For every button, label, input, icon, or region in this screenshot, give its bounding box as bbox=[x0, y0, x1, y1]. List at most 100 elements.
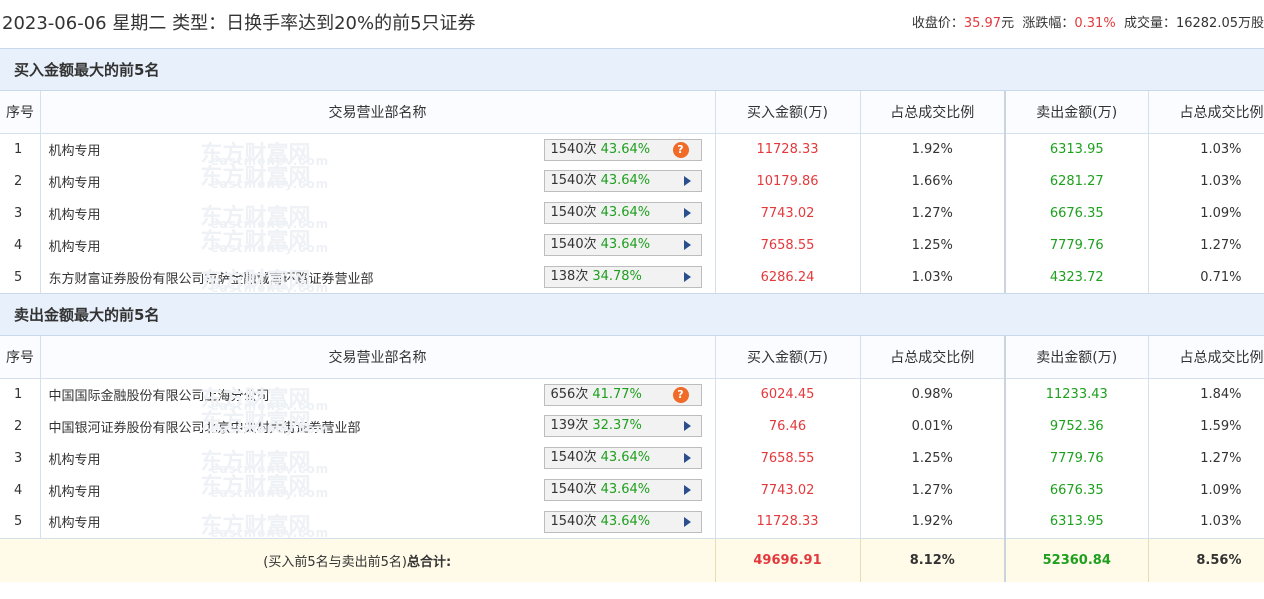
broker-name-link[interactable]: 机构专用 bbox=[49, 208, 101, 223]
appearance-count: 1540次 bbox=[550, 237, 597, 252]
close-label: 收盘价： bbox=[911, 16, 964, 31]
arrow-right-icon[interactable] bbox=[683, 208, 691, 218]
table-header-row: 序号 交易营业部名称 买入金额(万) 占总成交比例 卖出金额(万) 占总成交比例 bbox=[0, 91, 1264, 134]
type-value: 日换手率达到20%的前5只证券 bbox=[226, 13, 476, 34]
arrow-right-icon[interactable] bbox=[683, 453, 691, 463]
buy-amount: 6286.24 bbox=[715, 261, 861, 293]
type-label: 类型： bbox=[172, 13, 227, 34]
arrow-right-icon[interactable] bbox=[683, 240, 691, 250]
sell-ratio: 1.03% bbox=[1148, 506, 1264, 538]
success-rate: 41.77% bbox=[592, 386, 642, 402]
buy-amount: 11728.33 bbox=[715, 506, 861, 538]
appearance-count: 1540次 bbox=[550, 173, 597, 188]
success-rate: 43.64% bbox=[600, 205, 651, 220]
broker-stats-badge[interactable]: 1540次 43.64% bbox=[543, 479, 702, 501]
broker-name-link[interactable]: 机构专用 bbox=[49, 144, 101, 159]
row-index: 1 bbox=[0, 378, 41, 410]
column-header: 占总成交比例 bbox=[1148, 91, 1264, 134]
success-rate: 43.64% bbox=[600, 514, 651, 529]
total-label-bold: 总合计: bbox=[406, 554, 452, 570]
buy-amount: 7658.55 bbox=[715, 442, 861, 474]
volume-value: 16282.05万股 bbox=[1175, 16, 1264, 31]
broker-name-link[interactable]: 机构专用 bbox=[49, 516, 101, 531]
broker-stats-badge[interactable]: 138次 34.78% bbox=[543, 266, 702, 288]
broker-stats-badge[interactable]: 1540次 43.64% bbox=[543, 202, 702, 224]
broker-name-link[interactable]: 中国国际金融股份有限公司上海分公司 bbox=[49, 389, 270, 404]
column-header: 序号 bbox=[0, 91, 41, 134]
sell-amount: 11233.43 bbox=[1005, 378, 1149, 410]
broker-name-link[interactable]: 东方财富证券股份有限公司拉萨金融城南环路证券营业部 bbox=[49, 272, 374, 287]
column-header: 买入金额(万) bbox=[715, 91, 861, 134]
sell-section-title: 卖出金额最大的前5名 bbox=[0, 293, 1264, 336]
broker-stats-badge[interactable]: 1540次 43.64%? bbox=[543, 138, 702, 161]
watermark: 东方财富网 bbox=[200, 474, 311, 499]
arrow-right-icon[interactable] bbox=[683, 272, 691, 282]
buy-amount: 7743.02 bbox=[715, 474, 861, 506]
arrow-right-icon[interactable] bbox=[683, 421, 691, 431]
broker-stats-badge[interactable]: 1540次 43.64% bbox=[543, 511, 702, 533]
success-rate: 34.78% bbox=[592, 269, 642, 284]
broker-stats-badge[interactable]: 656次 41.77%? bbox=[543, 383, 702, 406]
warning-icon[interactable]: ? bbox=[672, 386, 689, 403]
sell-ratio: 1.09% bbox=[1148, 474, 1264, 506]
broker-name-link[interactable]: 中国银河证券股份有限公司北京中关村大街证券营业部 bbox=[49, 421, 361, 436]
row-index: 2 bbox=[0, 165, 41, 197]
watermark: 东方财富网 bbox=[200, 165, 311, 190]
broker-name-link[interactable]: 机构专用 bbox=[49, 240, 101, 255]
broker-stats-badge[interactable]: 1540次 43.64% bbox=[543, 234, 702, 256]
broker-name-link[interactable]: 机构专用 bbox=[49, 176, 101, 191]
close-value: 35.97 bbox=[963, 16, 1002, 31]
buy-ratio: 1.92% bbox=[860, 506, 1006, 538]
broker-name-link[interactable]: 机构专用 bbox=[49, 485, 101, 500]
column-header: 买入金额(万) bbox=[715, 336, 861, 379]
success-rate: 32.37% bbox=[592, 418, 642, 433]
appearance-count: 139次 bbox=[550, 418, 589, 433]
row-index: 4 bbox=[0, 474, 41, 506]
sell-ratio: 1.03% bbox=[1148, 165, 1264, 197]
broker-stats-badge[interactable]: 1540次 43.64% bbox=[543, 170, 702, 192]
table-row: 1 机构专用 东方财富网 eastmoney.com 1540次 43.64%? 11728… bbox=[0, 133, 1264, 165]
watermark-en: eastmoney.com bbox=[210, 526, 330, 538]
table-row: 3 机构专用 东方财富网 eastmoney.com 1540次 43.64% 7658.5… bbox=[0, 442, 1264, 474]
close-unit: 元 bbox=[1001, 16, 1015, 31]
sell-amount: 7779.76 bbox=[1005, 442, 1149, 474]
warning-icon[interactable]: ? bbox=[672, 141, 689, 158]
buy-section-title: 买入金额最大的前5名 bbox=[0, 49, 1264, 91]
broker-name-link[interactable]: 机构专用 bbox=[49, 453, 101, 468]
arrow-right-icon[interactable] bbox=[683, 485, 691, 495]
broker-name-cell: 机构专用 东方财富网 eastmoney.com 1540次 43.64% bbox=[40, 229, 716, 261]
sell-amount: 6676.35 bbox=[1005, 474, 1149, 506]
broker-name-cell: 机构专用 东方财富网 eastmoney.com 1540次 43.64% bbox=[40, 197, 716, 229]
buy-amount: 7743.02 bbox=[715, 197, 861, 229]
broker-name-cell: 机构专用 东方财富网 eastmoney.com 1540次 43.64% bbox=[40, 165, 716, 197]
watermark-en: eastmoney.com bbox=[210, 217, 330, 229]
buy-table: 序号 交易营业部名称 买入金额(万) 占总成交比例 卖出金额(万) 占总成交比例 1 机构专用… bbox=[0, 91, 1264, 293]
broker-name-cell: 东方财富证券股份有限公司拉萨金融城南环路证券营业部 东方财富网 eastmoney.… bbox=[40, 261, 716, 293]
watermark-en: eastmoney.com bbox=[210, 241, 330, 255]
column-header: 占总成交比例 bbox=[1148, 336, 1264, 379]
dragon-tiger-table: 买入金额最大的前5名 序号 交易营业部名称 买入金额(万) 占总成交比例 卖出金额(万)… bbox=[0, 48, 1264, 599]
change-label: 涨跌幅： bbox=[1022, 16, 1075, 31]
row-index: 1 bbox=[0, 133, 41, 165]
buy-amount: 7658.55 bbox=[715, 229, 861, 261]
buy-amount: 76.46 bbox=[715, 410, 861, 442]
broker-stats-badge[interactable]: 139次 32.37% bbox=[543, 415, 702, 437]
broker-stats-badge[interactable]: 1540次 43.64% bbox=[543, 447, 702, 469]
row-index: 3 bbox=[0, 197, 41, 229]
broker-name-cell: 中国国际金融股份有限公司上海分公司 东方财富网 eastmoney.com 656次 4… bbox=[40, 378, 716, 410]
total-label: (买入前5名与卖出前5名)总合计: bbox=[0, 537, 716, 582]
arrow-right-icon[interactable] bbox=[683, 176, 691, 186]
sell-ratio: 0.71% bbox=[1148, 261, 1264, 293]
price-stats: 收盘价：35.97元 涨跌幅：0.31% 成交量：16282.05万股 bbox=[912, 12, 1264, 31]
success-rate: 43.64% bbox=[600, 173, 651, 188]
watermark-en: eastmoney.com bbox=[210, 486, 330, 500]
row-index: 3 bbox=[0, 442, 41, 474]
broker-name-cell: 机构专用 东方财富网 eastmoney.com 1540次 43.64% bbox=[40, 474, 716, 506]
sell-ratio: 1.84% bbox=[1148, 378, 1264, 410]
table-row: 4 机构专用 东方财富网 eastmoney.com 1540次 43.64% 7658.5… bbox=[0, 229, 1264, 261]
watermark-en: eastmoney.com bbox=[210, 462, 330, 474]
trade-date: 2023-06-06 bbox=[2, 13, 107, 34]
watermark-en: eastmoney.com bbox=[210, 177, 330, 191]
arrow-right-icon[interactable] bbox=[683, 517, 691, 527]
broker-name-cell: 机构专用 东方财富网 eastmoney.com 1540次 43.64% bbox=[40, 442, 716, 474]
